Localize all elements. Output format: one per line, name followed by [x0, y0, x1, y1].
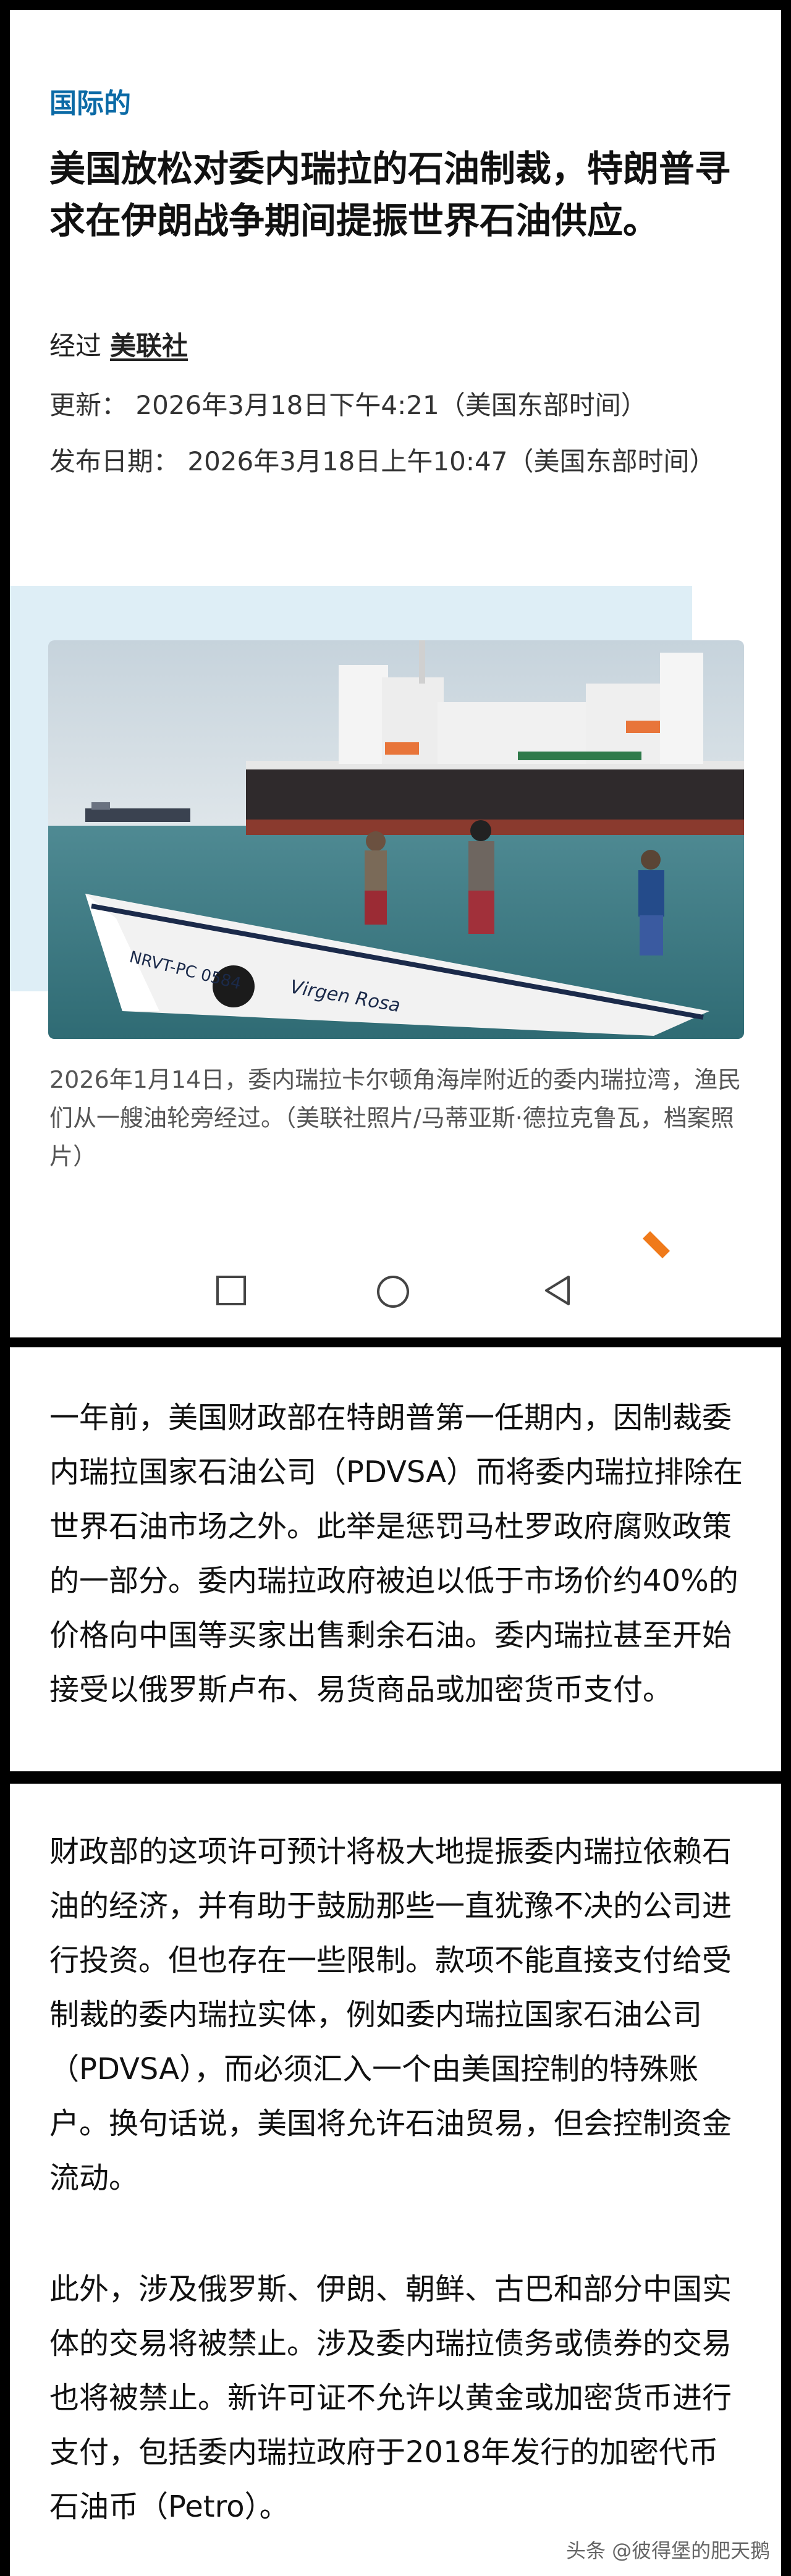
article-photo[interactable]: NRVT-PC 0584 Virgen Rosa — [48, 640, 744, 1039]
edit-pencil-icon[interactable] — [638, 1226, 675, 1263]
square-recents-icon[interactable] — [214, 1273, 248, 1308]
published-timestamp: 发布日期： 2026年3月18日上午10:47（美国东部时间） — [49, 446, 716, 477]
watermark: 头条 @彼得堡的肥天鹅 — [566, 2539, 771, 2562]
paragraph-1: 一年前，美国财政部在特朗普第一任期内，因制裁委内瑞拉国家石油公司（PDVSA）而… — [49, 1400, 743, 1707]
byline-prefix: 经过 — [49, 331, 102, 361]
screenshot-panel-3: 财政部的这项许可预计将极大地提振委内瑞拉依赖石油的经济，并有助于鼓励那些一直犹豫… — [10, 1784, 781, 2576]
updated-timestamp: 更新： 2026年3月18日下午4:21（美国东部时间） — [49, 390, 647, 420]
android-nav-bar — [10, 1273, 781, 1329]
circle-home-icon[interactable] — [374, 1273, 412, 1310]
screenshot-panel-2: 一年前，美国财政部在特朗普第一任期内，因制裁委内瑞拉国家石油公司（PDVSA）而… — [10, 1347, 781, 1771]
headline: 美国放松对委内瑞拉的石油制裁，特朗普寻求在伊朗战争期间提振世界石油供应。 — [49, 148, 731, 242]
triangle-back-icon[interactable] — [541, 1273, 576, 1308]
screenshot-panel-1: 国际的 美国放松对委内瑞拉的石油制裁，特朗普寻求在伊朗战争期间提振世界石油供应。… — [10, 10, 781, 1337]
agency-link[interactable]: 美联社 — [110, 331, 188, 361]
section-label[interactable]: 国际的 — [49, 81, 131, 121]
fisherman-1 — [365, 831, 387, 925]
byline: 经过 美联社 — [49, 325, 188, 363]
paragraph-3: 此外，涉及俄罗斯、伊朗、朝鲜、古巴和部分中国实体的交易将被禁止。涉及委内瑞拉债务… — [49, 2272, 732, 2524]
paragraph-2: 财政部的这项许可预计将极大地提振委内瑞拉依赖石油的经济，并有助于鼓励那些一直犹豫… — [49, 1834, 732, 2195]
photo-caption: 2026年1月14日，委内瑞拉卡尔顿角海岸附近的委内瑞拉湾，渔民们从一艘油轮旁经… — [49, 1066, 742, 1170]
